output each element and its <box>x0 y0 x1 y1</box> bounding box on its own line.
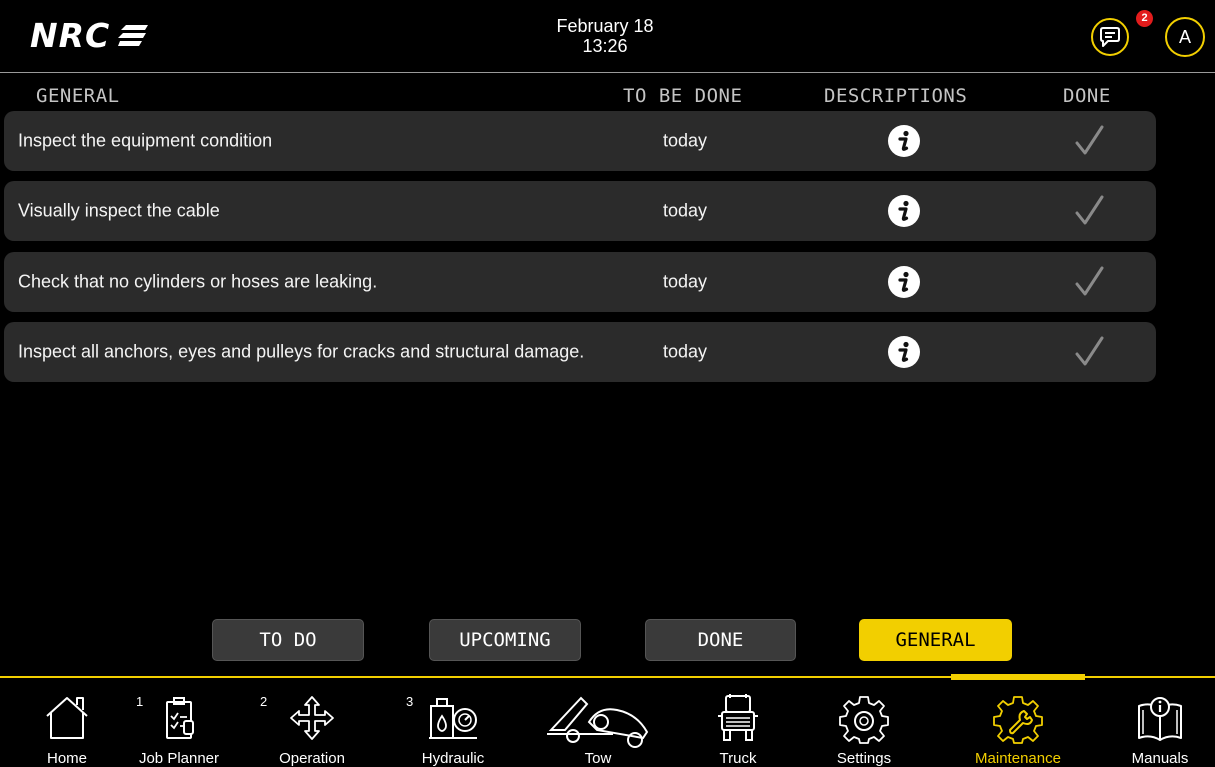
nav-hydraulic[interactable]: 3 Hydraulic <box>398 678 508 767</box>
task-due: today <box>663 200 708 221</box>
info-icon[interactable] <box>887 124 921 158</box>
date-text: February 18 <box>556 16 654 36</box>
task-label: Check that no cylinders or hoses are lea… <box>18 271 378 292</box>
chat-icon <box>1100 27 1120 47</box>
column-general: GENERAL <box>36 85 120 107</box>
avatar[interactable]: A <box>1165 17 1205 57</box>
hydraulic-icon <box>429 698 477 739</box>
nav-job-planner[interactable]: 1 Job Planner <box>124 678 234 767</box>
chat-badge: 2 <box>1136 10 1153 27</box>
task-row: Check that no cylinders or hoses are lea… <box>4 252 1156 312</box>
done-check-icon[interactable] <box>1072 265 1106 299</box>
tow-truck-icon <box>547 696 649 748</box>
info-icon[interactable] <box>887 265 921 299</box>
manual-book-icon <box>1138 697 1182 741</box>
nav-home-label: Home <box>46 750 87 767</box>
task-label: Inspect all anchors, eyes and pulleys fo… <box>18 341 585 362</box>
filter-done-button[interactable]: DONE <box>645 619 796 661</box>
column-done: DONE <box>1063 85 1111 107</box>
job-planner-icon <box>166 697 194 739</box>
nav-manuals[interactable]: Manuals <box>1108 678 1212 767</box>
done-check-icon[interactable] <box>1072 335 1106 369</box>
info-icon[interactable] <box>887 335 921 369</box>
nav-hydraulic-label: Hydraulic <box>421 750 485 767</box>
nav-maintenance-label: Maintenance <box>975 750 1061 767</box>
nav-settings-label: Settings <box>836 750 892 767</box>
nrc-logo: NRC <box>30 16 149 55</box>
column-to-be-done: TO BE DONE <box>623 85 743 107</box>
done-check-icon[interactable] <box>1072 124 1106 158</box>
column-descriptions: DESCRIPTIONS <box>824 85 968 107</box>
task-due: today <box>663 271 708 292</box>
task-row: Inspect the equipment condition today <box>4 111 1156 171</box>
nav-settings[interactable]: Settings <box>814 678 914 767</box>
bottom-nav: Home 1 Job Planner 2 Operation 3 Hydraul… <box>0 676 1215 767</box>
gear-icon <box>839 696 889 744</box>
maintenance-gear-wrench-icon <box>993 696 1043 744</box>
logo-stripes-icon <box>118 25 149 46</box>
logo-text: NRC <box>30 16 111 55</box>
filter-todo-button[interactable]: TO DO <box>212 619 364 661</box>
date-time: February 18 13:26 <box>500 16 710 56</box>
task-label: Inspect the equipment condition <box>18 130 273 151</box>
filter-upcoming-button[interactable]: UPCOMING <box>429 619 581 661</box>
task-due: today <box>663 130 708 151</box>
nav-manuals-label: Manuals <box>1131 750 1189 767</box>
header-bar: NRC February 18 13:26 2 A <box>0 0 1215 73</box>
nav-home[interactable]: Home <box>22 678 112 767</box>
done-check-icon[interactable] <box>1072 194 1106 228</box>
time-text: 13:26 <box>582 36 628 56</box>
truck-icon <box>718 694 758 741</box>
nav-job-planner-label: Job Planner <box>138 750 220 767</box>
filter-general-button[interactable]: GENERAL <box>859 619 1012 661</box>
nav-operation-label: Operation <box>279 750 345 767</box>
task-row: Visually inspect the cable today <box>4 181 1156 241</box>
task-label: Visually inspect the cable <box>18 200 220 221</box>
task-due: today <box>663 341 708 362</box>
nav-operation[interactable]: 2 Operation <box>252 678 372 767</box>
nav-truck[interactable]: Truck <box>688 678 788 767</box>
home-icon <box>46 697 88 739</box>
task-row: Inspect all anchors, eyes and pulleys fo… <box>4 322 1156 382</box>
nav-tow-label: Tow <box>584 750 612 767</box>
move-arrows-icon <box>290 696 334 740</box>
info-icon[interactable] <box>887 194 921 228</box>
nav-tow[interactable]: Tow <box>538 678 658 767</box>
chat-button[interactable] <box>1091 18 1129 56</box>
nav-truck-label: Truck <box>719 750 757 767</box>
nav-maintenance[interactable]: Maintenance <box>951 678 1085 767</box>
